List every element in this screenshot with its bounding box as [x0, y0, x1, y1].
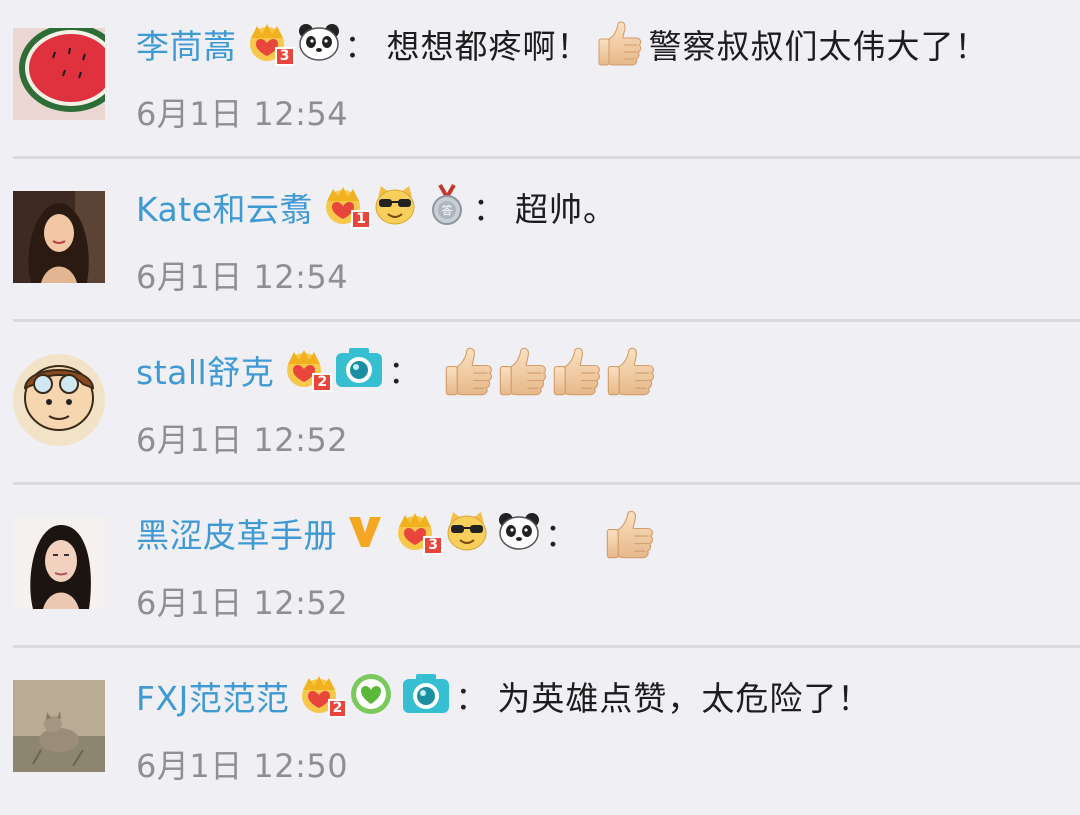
comment-item[interactable]: stall舒克 2 ： 6月1日 12:52: [0, 326, 1080, 489]
level-label: 2: [312, 373, 333, 392]
colon: ：: [545, 516, 578, 554]
thumbs-up-icon: [595, 19, 645, 69]
avatar[interactable]: [13, 680, 105, 772]
level-label: 3: [423, 536, 443, 555]
avatar[interactable]: [13, 354, 105, 446]
thumbs-up-icon: [550, 345, 600, 395]
divider: [13, 156, 1080, 159]
avatar[interactable]: [13, 191, 105, 283]
colon: ：: [473, 190, 506, 228]
comment-text: 想想都疼啊！: [386, 27, 591, 66]
colon: ：: [344, 27, 377, 65]
camera-icon: [401, 672, 451, 720]
username[interactable]: 李茼蒿: [136, 20, 237, 68]
thumbs-up-icon: [604, 345, 654, 395]
comment-item[interactable]: FXJ范范范 2 ： 为英雄点赞，太危险了！ 6月1日 12:50: [0, 652, 1080, 815]
comment-list: 李茼蒿 3 ： 想想都疼啊！ 警察叔叔们太伟大了！ 6月1日 12:54 Kat…: [0, 0, 1080, 806]
level-label: 3: [274, 47, 295, 66]
colon: ：: [388, 353, 421, 391]
comment-item[interactable]: 黑涩皮革手册 3 ： 6月1日 12:52: [0, 489, 1080, 652]
crown-icon: 2: [297, 672, 348, 720]
username[interactable]: FXJ范范范: [136, 672, 289, 720]
divider: [13, 319, 1080, 322]
crown-icon: 2: [282, 346, 333, 394]
verified-v-icon: [345, 511, 385, 555]
comment-item[interactable]: 李茼蒿 3 ： 想想都疼啊！ 警察叔叔们太伟大了！ 6月1日 12:54: [0, 0, 1080, 163]
timestamp: 6月1日 12:54: [136, 95, 349, 133]
level-label: 1: [351, 210, 372, 229]
avatar[interactable]: [13, 28, 105, 120]
panda-icon: [497, 509, 541, 557]
camera-icon: [334, 346, 384, 394]
comment-text: 超帅。: [515, 190, 618, 229]
heart-circle-icon: [349, 672, 393, 720]
timestamp: 6月1日 12:50: [136, 747, 349, 785]
cool-cat-icon: [373, 183, 417, 231]
crown-icon: 1: [321, 183, 372, 231]
crown-icon: 3: [245, 20, 295, 68]
comment-text: 警察叔叔们太伟大了！: [648, 27, 989, 66]
medal-icon: [425, 183, 469, 231]
thumbs-up-icon: [603, 508, 653, 558]
timestamp: 6月1日 12:52: [136, 421, 349, 459]
comment-text: 为英雄点赞，太危险了！: [497, 679, 872, 718]
comment-item[interactable]: Kate和云翥 1 ： 超帅。 6月1日 12:54: [0, 163, 1080, 326]
username[interactable]: 黑涩皮革手册: [136, 509, 337, 557]
divider: [13, 482, 1080, 485]
crown-icon: 3: [393, 509, 443, 557]
panda-icon: [297, 20, 341, 68]
avatar[interactable]: [13, 517, 105, 609]
timestamp: 6月1日 12:52: [136, 584, 349, 622]
thumbs-up-icon: [496, 345, 546, 395]
username[interactable]: Kate和云翥: [136, 183, 313, 231]
username[interactable]: stall舒克: [136, 346, 274, 394]
colon: ：: [455, 679, 488, 717]
level-label: 2: [327, 699, 348, 718]
thumbs-up-icon: [442, 345, 492, 395]
divider: [13, 645, 1080, 648]
timestamp: 6月1日 12:54: [136, 258, 349, 296]
cool-cat-icon: [445, 509, 489, 557]
